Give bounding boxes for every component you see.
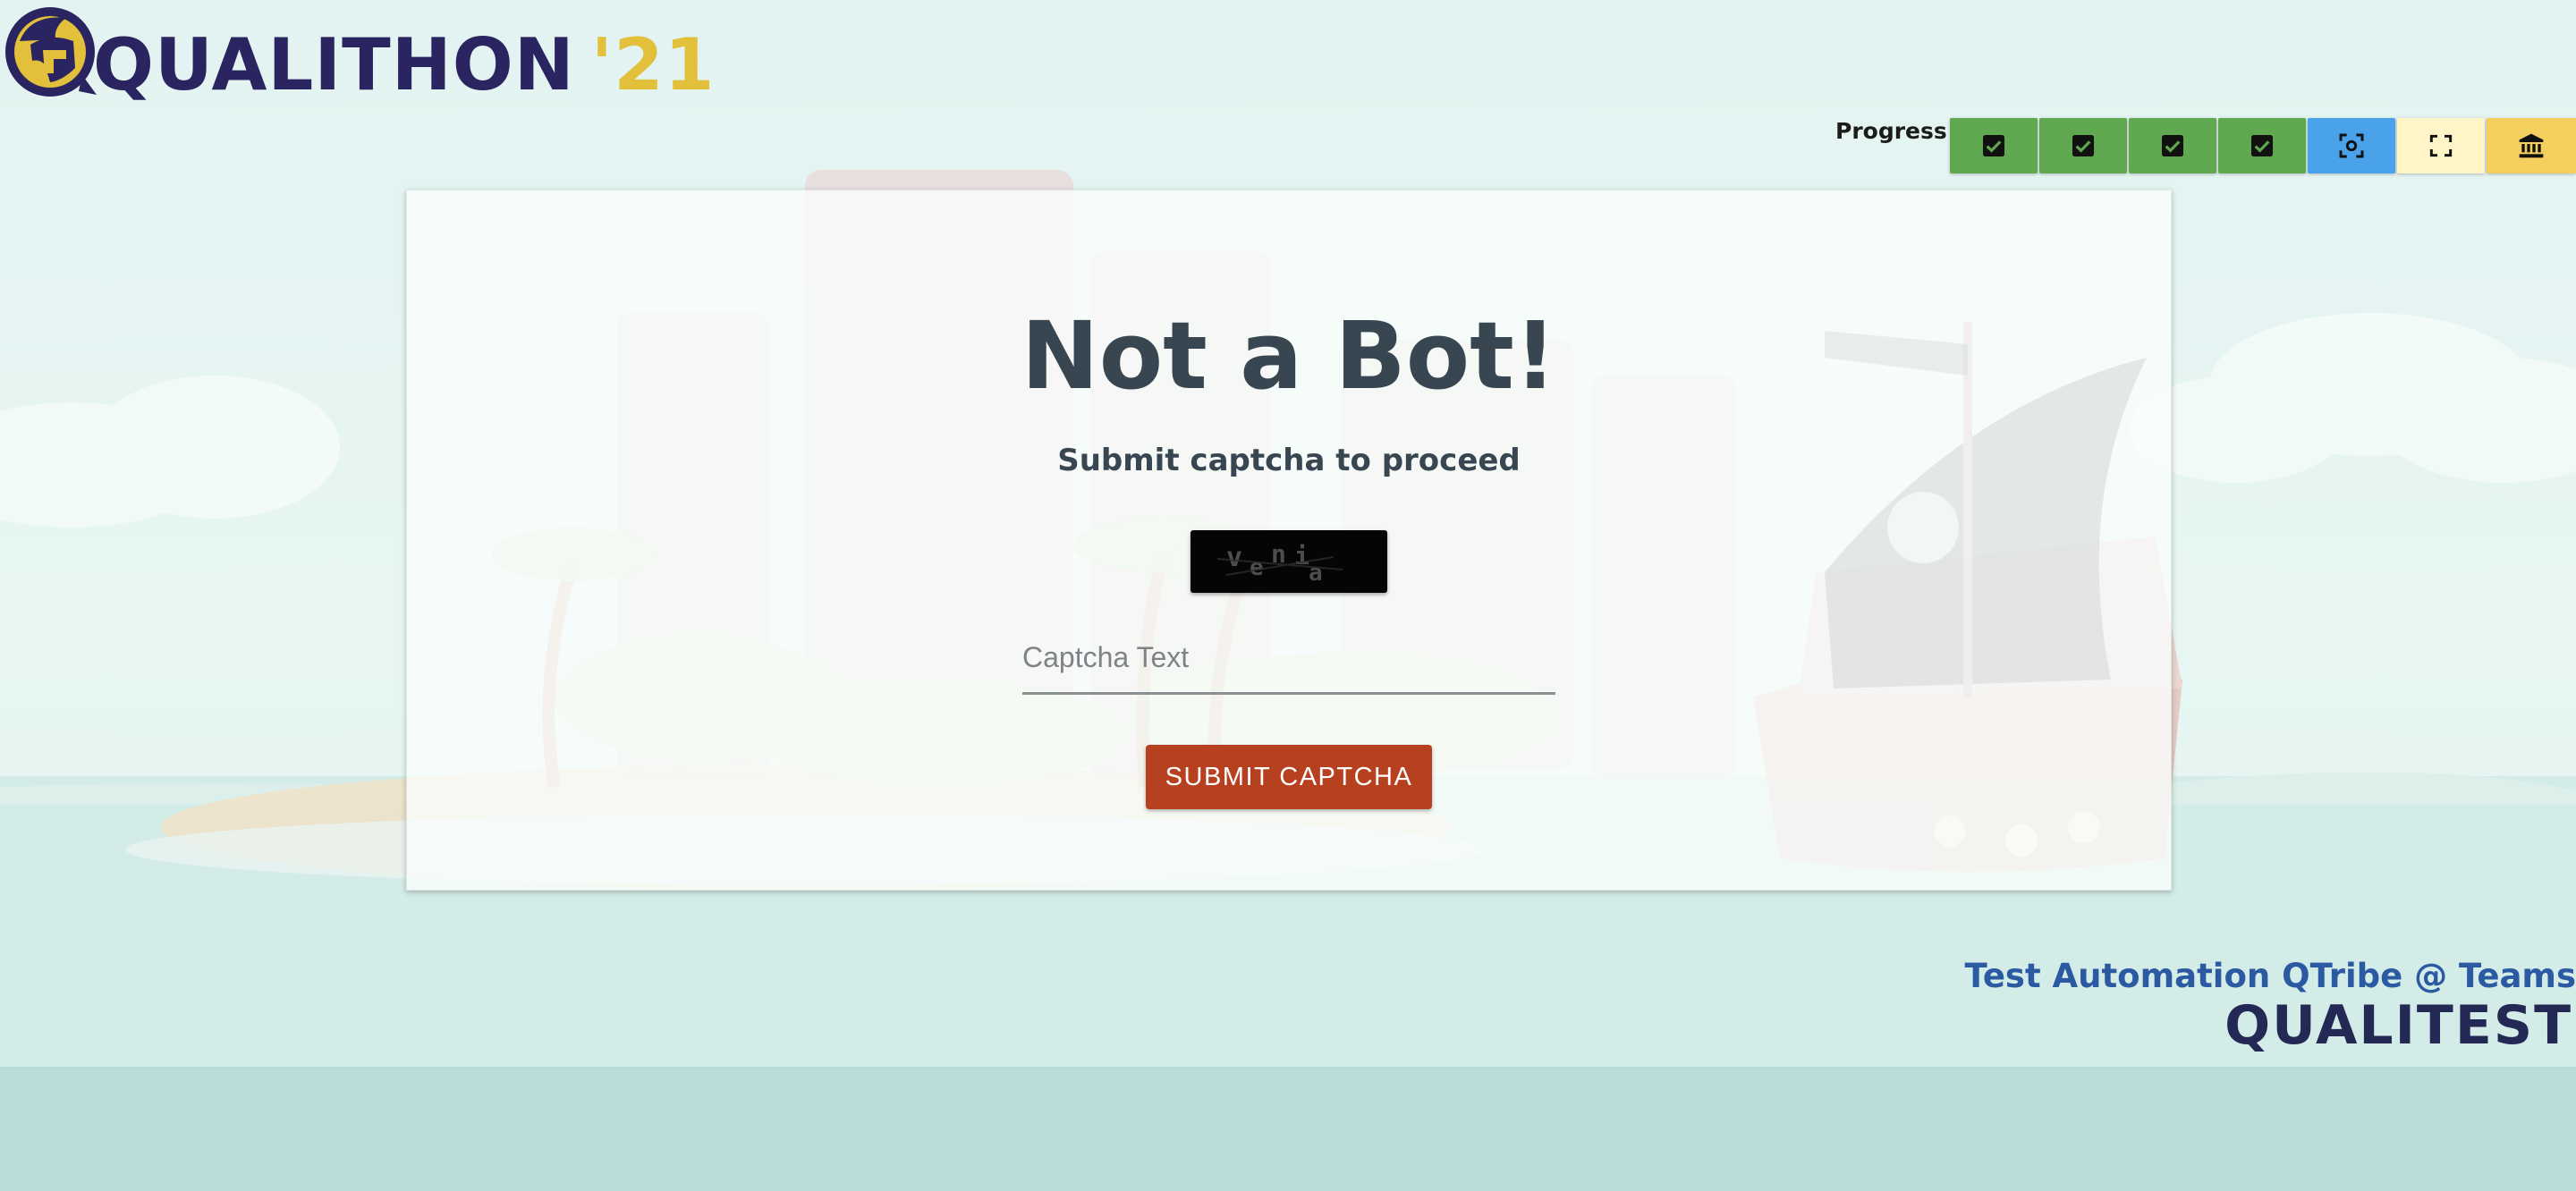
company-logo: QUALITEST	[2224, 994, 2572, 1057]
progress-step-1[interactable]	[1950, 118, 2038, 173]
progress-step-5-current[interactable]	[2308, 118, 2395, 173]
team-credit: Test Automation QTribe @ Teams	[1964, 957, 2576, 995]
svg-text:e: e	[1250, 554, 1264, 581]
check-box-icon	[2162, 135, 2183, 156]
progress-bar	[1950, 118, 2576, 173]
logo-name: QUALITHON	[93, 23, 575, 106]
center-focus-icon	[2339, 133, 2364, 158]
progress-step-6[interactable]	[2397, 118, 2485, 173]
spartan-helmet-icon	[5, 7, 97, 97]
logo-wordmark: QUALITHON '21	[93, 25, 715, 106]
progress-step-4[interactable]	[2218, 118, 2306, 173]
progress-step-2[interactable]	[2039, 118, 2127, 173]
fullscreen-icon	[2429, 134, 2453, 157]
qualithon-logo: QUALITHON '21	[0, 0, 714, 116]
page-subtitle: Submit captcha to proceed	[1057, 443, 1521, 478]
progress-step-3[interactable]	[2129, 118, 2216, 173]
page-title: Not a Bot!	[1021, 301, 1557, 410]
svg-text:v: v	[1226, 542, 1242, 573]
captcha-card: Not a Bot! Submit captcha to proceed v e…	[406, 190, 2172, 891]
submit-captcha-button[interactable]: SUBMIT CAPTCHA	[1146, 745, 1432, 809]
captcha-image: v e n i a	[1191, 530, 1387, 593]
check-box-icon	[1983, 135, 2004, 156]
captcha-graphic: v e n i a	[1216, 539, 1343, 587]
check-box-icon	[2072, 135, 2094, 156]
bank-icon	[2519, 133, 2544, 158]
progress-step-7[interactable]	[2487, 118, 2576, 173]
svg-text:a: a	[1309, 560, 1323, 587]
check-box-icon	[2251, 135, 2273, 156]
logo-year: '21	[590, 23, 716, 106]
captcha-text-input[interactable]	[1022, 630, 1555, 695]
progress-label: Progress	[1835, 118, 1947, 144]
